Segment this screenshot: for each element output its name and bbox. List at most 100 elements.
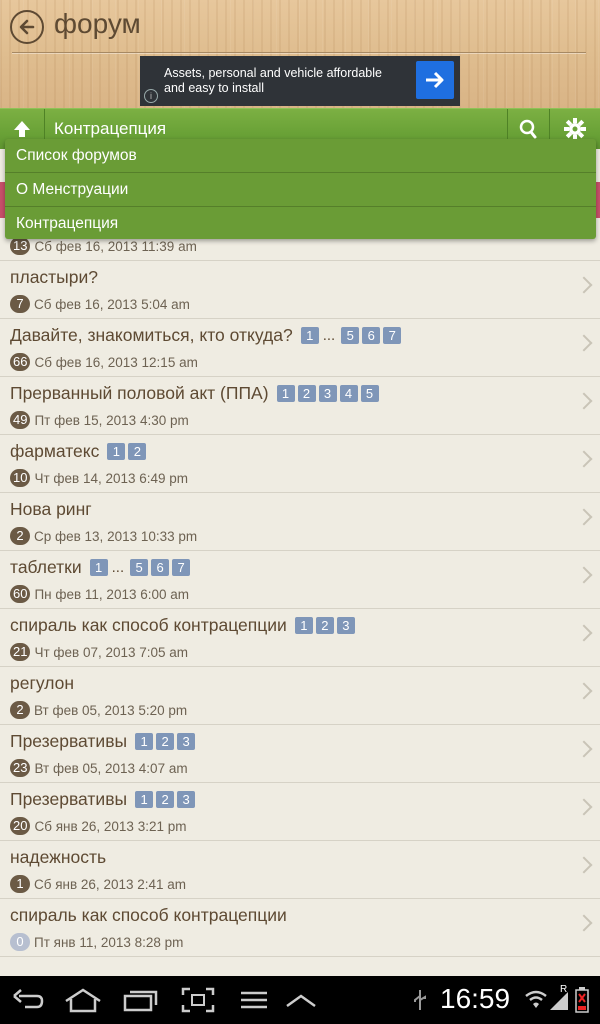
page-link[interactable]: 5 bbox=[360, 385, 379, 402]
battery-icon bbox=[572, 985, 592, 1015]
menu-nav-button[interactable] bbox=[238, 985, 270, 1015]
topic-meta: 20 Сб янв 26, 2013 3:21 pm bbox=[10, 817, 186, 835]
topic-row[interactable]: Нова ринг 2 Ср фев 13, 2013 10:33 pm bbox=[0, 493, 600, 551]
reply-count-badge: 10 bbox=[10, 469, 31, 487]
topic-meta: 7 Сб фев 16, 2013 5:04 am bbox=[10, 295, 190, 313]
toolbar-title[interactable]: Контрацепция bbox=[54, 119, 166, 139]
back-nav-icon bbox=[13, 989, 44, 1009]
ad-info-icon[interactable]: i bbox=[144, 89, 158, 103]
topic-date: Сб фев 16, 2013 5:04 am bbox=[34, 296, 190, 312]
page-link[interactable]: 6 bbox=[151, 559, 170, 576]
chevron-right-icon bbox=[575, 798, 593, 816]
page-link[interactable]: 1 bbox=[294, 617, 313, 634]
topic-row[interactable]: спираль как способ контрацепции 1 2 3 21 Чт ф… bbox=[0, 609, 600, 667]
dropdown-item-forum-list[interactable]: Список форумов bbox=[5, 139, 596, 173]
clock: 16:59 bbox=[440, 983, 511, 1014]
page-link[interactable]: 3 bbox=[336, 617, 355, 634]
chevron-right-icon bbox=[575, 334, 593, 352]
header-divider bbox=[12, 52, 586, 53]
chevron-up-icon bbox=[286, 994, 316, 1008]
roaming-indicator: R bbox=[560, 984, 568, 995]
topic-date: Вт фев 05, 2013 4:07 am bbox=[34, 760, 188, 776]
gear-icon bbox=[564, 118, 586, 140]
page-link[interactable]: 1 bbox=[135, 733, 154, 750]
topic-row[interactable]: регулон 2 Вт фев 05, 2013 5:20 pm bbox=[0, 667, 600, 725]
page-link[interactable]: 6 bbox=[362, 327, 381, 344]
app-header: форум Assets, personal and vehicle affor… bbox=[0, 0, 600, 108]
back-arrow-icon bbox=[19, 19, 35, 35]
page-link[interactable]: 2 bbox=[315, 617, 334, 634]
chevron-right-icon bbox=[575, 276, 593, 294]
page-link[interactable]: 1 bbox=[276, 385, 295, 402]
topic-row[interactable]: фарматекс 1 2 10 Чт фев 14, 2013 6:49 pm bbox=[0, 435, 600, 493]
topic-meta: 2 Ср фев 13, 2013 10:33 pm bbox=[10, 527, 197, 545]
topic-meta: 60 Пн фев 11, 2013 6:00 am bbox=[10, 585, 189, 603]
up-arrow-icon bbox=[14, 121, 30, 137]
topic-date: Пт янв 11, 2013 8:28 pm bbox=[34, 934, 184, 950]
page-link[interactable]: 2 bbox=[156, 733, 175, 750]
page-link[interactable]: 1 bbox=[135, 791, 154, 808]
page-link[interactable]: 1 bbox=[89, 559, 108, 576]
page-link[interactable]: 7 bbox=[172, 559, 191, 576]
back-button[interactable] bbox=[10, 10, 44, 44]
topic-row[interactable]: Прерванный половой акт (ППА) 1 2 3 4 5 49 Пт фе… bbox=[0, 377, 600, 435]
topic-title-line: регулон bbox=[10, 673, 82, 694]
chevron-right-icon bbox=[575, 450, 593, 468]
page-ellipsis: ... bbox=[111, 559, 125, 576]
topic-title: Прерванный половой акт (ППА) bbox=[10, 383, 269, 403]
topic-date: Чт фев 07, 2013 7:05 am bbox=[34, 644, 189, 660]
page-link[interactable]: 2 bbox=[128, 443, 147, 460]
reply-count-badge: 2 bbox=[10, 527, 30, 545]
topic-row[interactable]: таблетки 1... 5 6 7 60 Пн фев 11, 2013 6:00 am bbox=[0, 551, 600, 609]
page-link[interactable]: 5 bbox=[130, 559, 149, 576]
dropdown-item-menstruation[interactable]: О Менструации bbox=[5, 173, 596, 207]
hide-keyboard-button[interactable] bbox=[284, 985, 318, 1015]
page-link[interactable]: 4 bbox=[339, 385, 358, 402]
recent-apps-icon bbox=[123, 990, 158, 1012]
search-icon bbox=[519, 119, 537, 139]
page-link[interactable]: 3 bbox=[318, 385, 337, 402]
topic-title-line: Нова ринг bbox=[10, 499, 100, 520]
reply-count-badge: 2 bbox=[10, 701, 30, 719]
topic-meta: 49 Пт фев 15, 2013 4:30 pm bbox=[10, 411, 189, 429]
page-link[interactable]: 1 bbox=[300, 327, 319, 344]
topic-title: Нова ринг bbox=[10, 499, 92, 519]
usb-icon bbox=[410, 985, 430, 1015]
topic-title: Презервативы bbox=[10, 789, 128, 809]
page-link[interactable]: 7 bbox=[383, 327, 402, 344]
topic-date: Сб янв 26, 2013 3:21 pm bbox=[34, 818, 187, 834]
page-link[interactable]: 3 bbox=[177, 791, 196, 808]
topic-meta: 1 Сб янв 26, 2013 2:41 am bbox=[10, 875, 186, 893]
topic-row[interactable]: Презервативы 1 2 3 23 Вт фев 05, 2013 4:07 am bbox=[0, 725, 600, 783]
home-nav-button[interactable] bbox=[62, 985, 104, 1015]
ad-banner[interactable]: Assets, personal and vehicle affordable … bbox=[140, 56, 460, 106]
reply-count-badge: 0 bbox=[10, 933, 30, 951]
topic-date: Сб фев 16, 2013 11:39 am bbox=[34, 238, 197, 254]
topic-row[interactable]: Презервативы 1 2 3 20 Сб янв 26, 2013 3:21 pm bbox=[0, 783, 600, 841]
screenshot-button[interactable] bbox=[180, 985, 216, 1015]
page-link[interactable]: 1 bbox=[107, 443, 126, 460]
reply-count-badge: 20 bbox=[10, 817, 31, 835]
topic-row[interactable]: пластыри? 7 Сб фев 16, 2013 5:04 am bbox=[0, 261, 600, 319]
page-link[interactable]: 5 bbox=[341, 327, 360, 344]
chevron-right-icon bbox=[575, 914, 593, 932]
chevron-right-icon bbox=[575, 566, 593, 584]
topic-date: Сб фев 16, 2013 12:15 am bbox=[34, 354, 198, 370]
topic-title-line: таблетки 1... 5 6 7 bbox=[10, 557, 193, 578]
recent-apps-button[interactable] bbox=[120, 985, 160, 1015]
page-link[interactable]: 2 bbox=[297, 385, 316, 402]
page-link[interactable]: 2 bbox=[156, 791, 175, 808]
chevron-right-icon bbox=[575, 508, 593, 526]
topic-title: Давайте, знакомиться, кто откуда? bbox=[10, 325, 293, 345]
reply-count-badge: 23 bbox=[10, 759, 31, 777]
topic-title: надежность bbox=[10, 847, 107, 867]
ad-arrow-button[interactable] bbox=[416, 61, 454, 99]
topic-row[interactable]: надежность 1 Сб янв 26, 2013 2:41 am bbox=[0, 841, 600, 899]
topic-row[interactable]: Давайте, знакомиться, кто откуда? 1... 5 6 7… bbox=[0, 319, 600, 377]
back-nav-button[interactable] bbox=[10, 985, 46, 1015]
topic-title-line: Презервативы 1 2 3 bbox=[10, 731, 198, 752]
dropdown-item-contraception[interactable]: Контрацепция bbox=[5, 207, 596, 240]
page-link[interactable]: 3 bbox=[177, 733, 196, 750]
topic-meta: 23 Вт фев 05, 2013 4:07 am bbox=[10, 759, 188, 777]
topic-row[interactable]: спираль как способ контрацепции 0 Пт янв 1… bbox=[0, 899, 600, 957]
